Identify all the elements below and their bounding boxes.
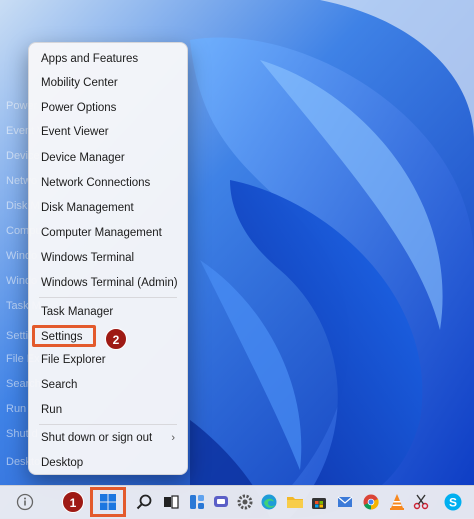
menu-item-windows-terminal[interactable]: Windows Terminal bbox=[29, 246, 187, 270]
menu-item-network-connections[interactable]: Network Connections bbox=[29, 171, 187, 195]
edge-icon[interactable] bbox=[258, 491, 280, 513]
menu-item-file-explorer[interactable]: File Explorer bbox=[29, 348, 187, 372]
menu-item-windows-terminal-admin[interactable]: Windows Terminal (Admin) bbox=[29, 271, 187, 295]
step-2-badge: 2 bbox=[105, 328, 127, 350]
menu-item-task-manager[interactable]: Task Manager bbox=[29, 300, 187, 324]
menu-item-desktop[interactable]: Desktop bbox=[29, 451, 187, 475]
menu-item-mobility-center[interactable]: Mobility Center bbox=[29, 71, 187, 95]
menu-item-shut-down-or-sign-out[interactable]: Shut down or sign out › bbox=[29, 426, 187, 450]
taskbar: 1 S bbox=[0, 485, 474, 519]
settings-icon[interactable] bbox=[234, 491, 256, 513]
menu-item-power-options[interactable]: Power Options bbox=[29, 96, 187, 120]
search-icon[interactable] bbox=[133, 491, 155, 513]
winx-context-menu: Apps and Features Mobility Center Power … bbox=[28, 42, 188, 475]
vlc-icon[interactable] bbox=[386, 491, 408, 513]
task-view-icon[interactable] bbox=[160, 491, 182, 513]
menu-item-computer-management[interactable]: Computer Management bbox=[29, 221, 187, 245]
ghost-item: Run bbox=[6, 403, 27, 415]
menu-item-disk-management[interactable]: Disk Management bbox=[29, 196, 187, 220]
menu-item-apps-and-features[interactable]: Apps and Features bbox=[29, 47, 187, 71]
info-icon[interactable] bbox=[14, 491, 36, 513]
ghost-item: Setti bbox=[6, 330, 29, 342]
chat-icon[interactable] bbox=[210, 491, 232, 513]
start-icon[interactable] bbox=[97, 491, 119, 513]
menu-item-event-viewer[interactable]: Event Viewer bbox=[29, 120, 187, 144]
snipping-icon[interactable] bbox=[410, 491, 432, 513]
svg-text:S: S bbox=[449, 496, 457, 510]
menu-item-run[interactable]: Run bbox=[29, 398, 187, 422]
file-explorer-icon[interactable] bbox=[284, 491, 306, 513]
menu-separator bbox=[39, 297, 177, 298]
chrome-icon[interactable] bbox=[360, 491, 382, 513]
menu-item-label: Shut down or sign out bbox=[41, 432, 153, 444]
step-1-badge: 1 bbox=[62, 491, 84, 513]
chevron-right-icon: › bbox=[171, 432, 175, 444]
menu-separator bbox=[39, 424, 177, 425]
mail-icon[interactable] bbox=[334, 491, 356, 513]
skype-icon[interactable]: S bbox=[442, 491, 464, 513]
menu-item-device-manager[interactable]: Device Manager bbox=[29, 146, 187, 170]
widgets-icon[interactable] bbox=[186, 491, 208, 513]
settings-highlight bbox=[32, 325, 96, 347]
store-icon[interactable] bbox=[308, 491, 330, 513]
menu-item-search[interactable]: Search bbox=[29, 373, 187, 397]
